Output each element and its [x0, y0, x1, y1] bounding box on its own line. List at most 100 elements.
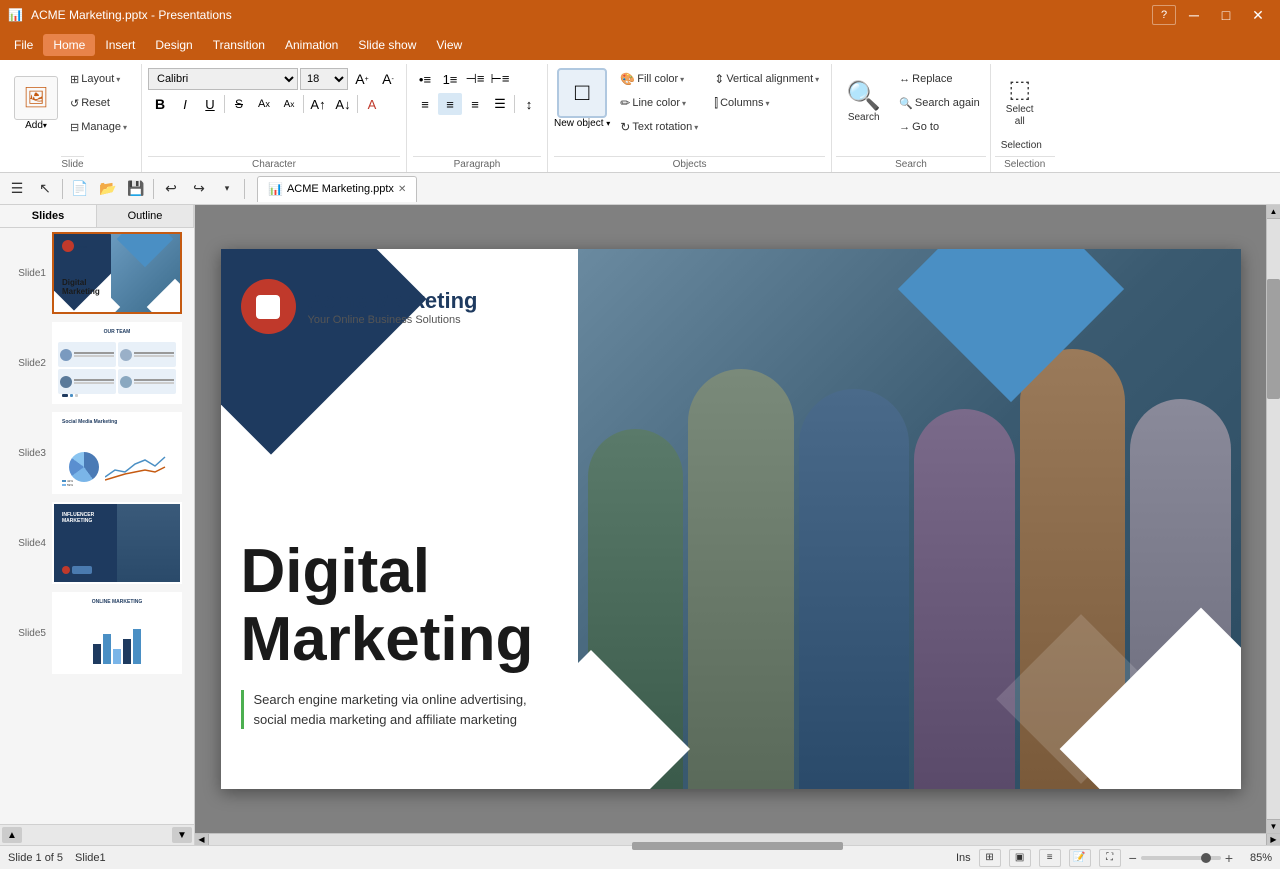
search-button[interactable]: 🔍 Search	[836, 68, 891, 134]
menu-file[interactable]: File	[4, 34, 43, 56]
hscroll-right-btn[interactable]: ▶	[1266, 834, 1280, 845]
hscroll-thumb[interactable]	[632, 842, 843, 850]
new-btn[interactable]: 📄	[67, 176, 93, 202]
align-right-btn[interactable]: ≡	[463, 93, 487, 115]
goto-btn[interactable]: → Go to	[893, 116, 986, 138]
zoom-minus-btn[interactable]: −	[1129, 850, 1137, 866]
slide-item-3[interactable]: Slide3 Social Media Marketing	[0, 408, 194, 498]
text-rotation-btn[interactable]: ↻ Text rotation ▾	[614, 116, 704, 138]
hamburger-btn[interactable]: ☰	[4, 176, 30, 202]
slide-item-5[interactable]: Slide5 ONLINE MARKETING	[0, 588, 194, 678]
notes-view-btn[interactable]: 📝	[1069, 849, 1091, 867]
layout-button[interactable]: ⊞ Layout ▾	[64, 68, 133, 90]
line-spacing-btn[interactable]: ↕	[517, 93, 541, 115]
replace-btn[interactable]: ↔ Replace	[893, 68, 986, 90]
redo-btn[interactable]: ↪	[186, 176, 212, 202]
select-all-button[interactable]: ⬚ Selectall	[995, 68, 1045, 134]
canvas-area[interactable]: Acme Marketing Your Online Business Solu…	[195, 205, 1266, 833]
strikethrough-btn[interactable]: S	[227, 93, 251, 115]
menu-transition[interactable]: Transition	[203, 34, 275, 56]
open-btn[interactable]: 📂	[95, 176, 121, 202]
manage-button[interactable]: ⊟ Manage ▾	[64, 116, 133, 138]
indent-less-btn[interactable]: ⊣≡	[463, 68, 487, 90]
vscroll-track[interactable]	[1267, 219, 1280, 819]
slide-thumb-1[interactable]: Acme DigitalMarketing	[52, 232, 182, 314]
canvas-hscroll[interactable]: ◀ ▶	[195, 833, 1280, 845]
columns-btn[interactable]: ⫿ Columns ▾	[708, 92, 825, 114]
slide-view-btn[interactable]: ▣	[1009, 849, 1031, 867]
italic-btn[interactable]: I	[173, 93, 197, 115]
menu-animation[interactable]: Animation	[275, 34, 348, 56]
slides-tab[interactable]: Slides	[0, 205, 97, 227]
presenter-view-btn[interactable]: ⛶	[1099, 849, 1121, 867]
new-object-btn[interactable]: □ New object ▾	[554, 68, 610, 138]
superscript-btn[interactable]: Ax	[252, 93, 276, 115]
pointer-btn[interactable]: ↖	[32, 176, 58, 202]
menu-view[interactable]: View	[426, 34, 472, 56]
bullets-btn[interactable]: •≡	[413, 68, 437, 90]
vscroll-thumb[interactable]	[1267, 279, 1280, 399]
normal-view-btn[interactable]: ⊞	[979, 849, 1001, 867]
fill-color-btn[interactable]: 🎨 Fill color ▾	[614, 68, 704, 90]
vscroll-down-btn[interactable]: ▼	[1267, 819, 1280, 833]
bold-btn[interactable]: B	[148, 93, 172, 115]
slide-canvas[interactable]: Acme Marketing Your Online Business Solu…	[221, 249, 1241, 789]
minimize-button[interactable]: ─	[1180, 5, 1208, 25]
vscroll-up-btn[interactable]: ▲	[1267, 205, 1280, 219]
font-family-select[interactable]: Calibri	[148, 68, 298, 90]
slide-item-2[interactable]: Slide2 OUR TEAM	[0, 318, 194, 408]
canvas-vscroll[interactable]: ▲ ▼	[1266, 205, 1280, 833]
increase-font-btn[interactable]: A+	[350, 68, 374, 90]
selection-button[interactable]: Selection	[995, 134, 1055, 156]
numbering-btn[interactable]: 1≡	[438, 68, 462, 90]
undo-arrow[interactable]: ▾	[214, 176, 240, 202]
clear-format-btn[interactable]: A	[360, 93, 384, 115]
restore-button[interactable]: □	[1212, 5, 1240, 25]
zoom-thumb[interactable]	[1201, 853, 1211, 863]
help-button[interactable]: ?	[1152, 5, 1176, 25]
add-label[interactable]: Add▾	[25, 120, 47, 131]
menu-design[interactable]: Design	[145, 34, 202, 56]
close-button[interactable]: ✕	[1244, 5, 1272, 25]
sidebar-scroll-down[interactable]: ▼	[172, 827, 192, 843]
font-size-select[interactable]: 18	[300, 68, 348, 90]
save-btn[interactable]: 💾	[123, 176, 149, 202]
outline-tab[interactable]: Outline	[97, 205, 194, 227]
thumb5-bar4	[123, 639, 131, 664]
menu-insert[interactable]: Insert	[95, 34, 145, 56]
subscript-btn[interactable]: Ax	[277, 93, 301, 115]
add-button[interactable]: 🖼 Add▾	[12, 76, 60, 131]
menu-slideshow[interactable]: Slide show	[348, 34, 426, 56]
zoom-slider[interactable]	[1141, 856, 1221, 860]
align-left-btn[interactable]: ≡	[413, 93, 437, 115]
slide-thumb-5[interactable]: ONLINE MARKETING	[52, 592, 182, 674]
tab-close-btn[interactable]: ✕	[398, 184, 406, 195]
title-controls[interactable]: ? ─ □ ✕	[1152, 5, 1272, 25]
hscroll-left-btn[interactable]: ◀	[195, 834, 209, 845]
font-size-down-btn[interactable]: A↓	[331, 93, 355, 115]
search-again-btn[interactable]: 🔍 Search again	[893, 92, 986, 114]
decrease-font-btn[interactable]: A-	[376, 68, 400, 90]
align-center-btn[interactable]: ≡	[438, 93, 462, 115]
slide-item-1[interactable]: Slide1 Acme	[0, 228, 194, 318]
outline-view-btn[interactable]: ≡	[1039, 849, 1061, 867]
new-object-label[interactable]: New object ▾	[554, 118, 610, 129]
underline-btn[interactable]: U	[198, 93, 222, 115]
reset-button[interactable]: ↺ Reset	[64, 92, 133, 114]
slide-thumb-3[interactable]: Social Media Marketing 42% 5	[52, 412, 182, 494]
sidebar-scroll-up[interactable]: ▲	[2, 827, 22, 843]
zoom-plus-btn[interactable]: +	[1225, 850, 1233, 866]
slide-thumb-4[interactable]: INFLUENCERMARKETING	[52, 502, 182, 584]
menu-home[interactable]: Home	[43, 34, 95, 56]
ribbon-group-search: 🔍 Search ↔ Replace 🔍 Search again → Go t…	[832, 64, 991, 172]
vertical-alignment-btn[interactable]: ⇕ Vertical alignment ▾	[708, 68, 825, 90]
slide-item-4[interactable]: Slide4 INFLUENCERMARKETING	[0, 498, 194, 588]
line-color-btn[interactable]: ✏ Line color ▾	[614, 92, 704, 114]
indent-more-btn[interactable]: ⊢≡	[488, 68, 512, 90]
file-tab[interactable]: 📊 ACME Marketing.pptx ✕	[257, 176, 417, 202]
align-justify-btn[interactable]: ☰	[488, 93, 512, 115]
slide-thumb-2[interactable]: OUR TEAM	[52, 322, 182, 404]
font-size-up-btn[interactable]: A↑	[306, 93, 330, 115]
undo-btn[interactable]: ↩	[158, 176, 184, 202]
thumb3-legend1-color	[62, 480, 66, 482]
